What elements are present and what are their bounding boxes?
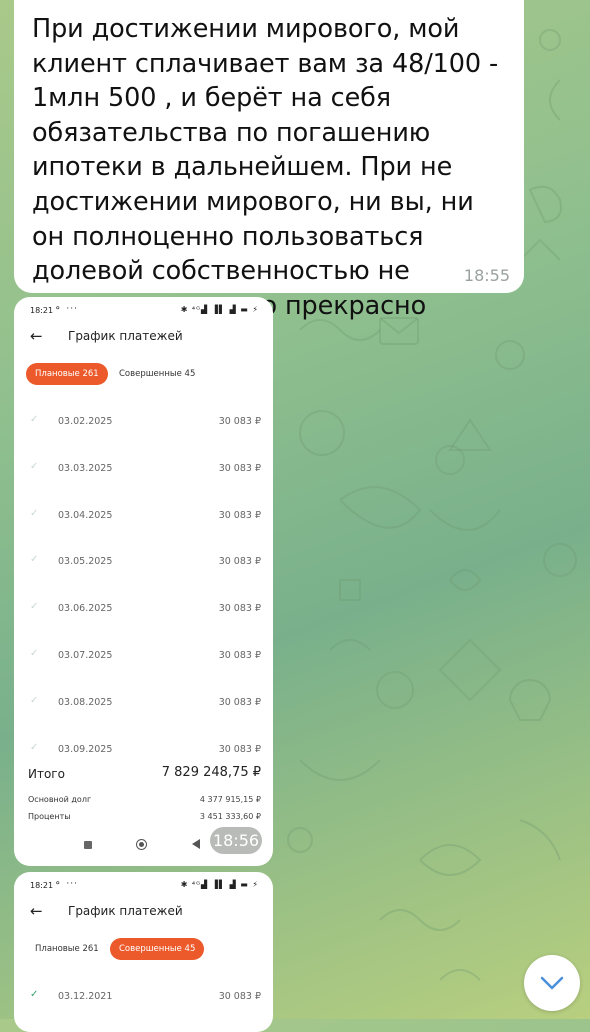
home-icon — [136, 839, 147, 850]
status-icons: ✱ ⁴ᴳ▟ ▐▌ ▟ ▬ ⚡ — [180, 880, 259, 889]
page-title: График платежей — [68, 329, 183, 343]
payment-date: 03.09.2025 — [58, 743, 113, 755]
interest-label: Проценты — [28, 812, 71, 821]
total-value: 7 829 248,75 ₽ — [161, 765, 261, 780]
status-clock: 18:21 — [30, 881, 54, 890]
arrow-left-icon[interactable]: ← — [30, 327, 43, 345]
payment-amount: 30 083 ₽ — [218, 650, 261, 661]
tab-completed[interactable]: Совершенные 45 — [110, 938, 205, 960]
message-time: 18:55 — [463, 266, 510, 285]
check-icon: ✓ — [30, 648, 39, 659]
interest-value: 3 451 333,60 ₽ — [199, 812, 261, 821]
check-icon: ✓ — [30, 414, 39, 425]
payment-date: 03.12.2021 — [58, 991, 113, 1002]
payment-amount: 30 083 ₽ — [218, 556, 261, 568]
text-message-bubble[interactable]: При достижении мирового, мой клиент спла… — [14, 0, 524, 355]
recents-icon — [84, 841, 92, 849]
list-item[interactable]: ✓ 03.09.2025 30 083 ₽ — [14, 725, 273, 757]
message-time-pill: 18:56 — [210, 827, 262, 854]
total-label: Итого — [28, 767, 65, 781]
payment-schedule-screenshot-1[interactable]: 18:21 ⚬ ··· ✱ ⁴ᴳ▟ ▐▌ ▟ ▬ ⚡ ← График плат… — [14, 297, 273, 866]
payment-date: 03.05.2025 — [58, 556, 113, 568]
back-triangle-icon — [192, 839, 200, 849]
list-item[interactable]: ✓ 03.04.2025 30 083 ₽ — [14, 491, 273, 538]
status-notification-dots: ⚬ ··· — [54, 879, 78, 889]
payment-amount: 30 083 ₽ — [218, 696, 261, 708]
scroll-down-button[interactable] — [524, 955, 580, 1011]
list-item[interactable]: ✓ 03.07.2025 30 083 ₽ — [14, 631, 273, 678]
payment-date: 03.04.2025 — [58, 509, 113, 521]
phone-status-bar: 18:21 ⚬ ··· ✱ ⁴ᴳ▟ ▐▌ ▟ ▬ ⚡ — [14, 872, 273, 898]
phone-status-bar: 18:21 ⚬ ··· ✱ ⁴ᴳ▟ ▐▌ ▟ ▬ ⚡ — [14, 297, 273, 323]
chevron-down-icon — [540, 976, 564, 990]
app-bar: ← График платежей — [14, 323, 273, 355]
list-item[interactable]: ✓ 03.05.2025 30 083 ₽ — [14, 537, 273, 584]
payment-date: 03.02.2025 — [58, 416, 113, 427]
principal-label: Основной долг — [28, 795, 92, 804]
payment-amount: 30 083 ₽ — [218, 743, 261, 755]
payment-amount: 30 083 ₽ — [218, 509, 261, 521]
payment-date: 03.03.2025 — [58, 462, 113, 474]
status-icons: ✱ ⁴ᴳ▟ ▐▌ ▟ ▬ ⚡ — [180, 305, 259, 314]
payment-list: ✓ 03.02.2025 30 083 ₽ ✓ 03.03.2025 30 08… — [14, 397, 273, 757]
payment-schedule-screenshot-2[interactable]: 18:21 ⚬ ··· ✱ ⁴ᴳ▟ ▐▌ ▟ ▬ ⚡ ← График плат… — [14, 872, 273, 1032]
payment-amount: 30 083 ₽ — [218, 991, 261, 1002]
payment-date: 03.07.2025 — [58, 650, 113, 661]
check-icon: ✓ — [30, 554, 39, 566]
payment-date: 03.08.2025 — [58, 696, 113, 708]
payment-amount: 30 083 ₽ — [218, 416, 261, 427]
payment-amount: 30 083 ₽ — [218, 462, 261, 474]
app-bar: ← График платежей — [14, 898, 273, 930]
list-item[interactable]: ✓ 03.03.2025 30 083 ₽ — [14, 444, 273, 491]
arrow-left-icon[interactable]: ← — [30, 902, 43, 920]
tab-planned[interactable]: Плановые 261 — [26, 938, 108, 960]
tab-planned[interactable]: Плановые 261 — [26, 363, 108, 385]
list-item[interactable]: ✓ 03.12.2021 30 083 ₽ — [14, 972, 273, 1019]
list-item[interactable]: ✓ 03.06.2025 30 083 ₽ — [14, 584, 273, 631]
check-icon: ✓ — [30, 741, 39, 753]
status-notification-dots: ⚬ ··· — [54, 304, 78, 314]
principal-value: 4 377 915,15 ₽ — [199, 795, 261, 804]
status-clock: 18:21 — [30, 306, 54, 315]
check-icon: ✓ — [30, 601, 39, 613]
payment-date: 03.06.2025 — [58, 603, 113, 615]
tab-completed[interactable]: Совершенные 45 — [110, 363, 204, 385]
check-icon: ✓ — [30, 460, 39, 472]
list-item[interactable]: ✓ 03.02.2025 30 083 ₽ — [14, 397, 273, 444]
check-icon: ✓ — [30, 989, 39, 1000]
page-title: График платежей — [68, 904, 183, 918]
check-icon: ✓ — [30, 694, 39, 706]
list-item[interactable]: ✓ 03.08.2025 30 083 ₽ — [14, 678, 273, 725]
check-icon: ✓ — [30, 507, 39, 519]
payment-amount: 30 083 ₽ — [218, 603, 261, 615]
